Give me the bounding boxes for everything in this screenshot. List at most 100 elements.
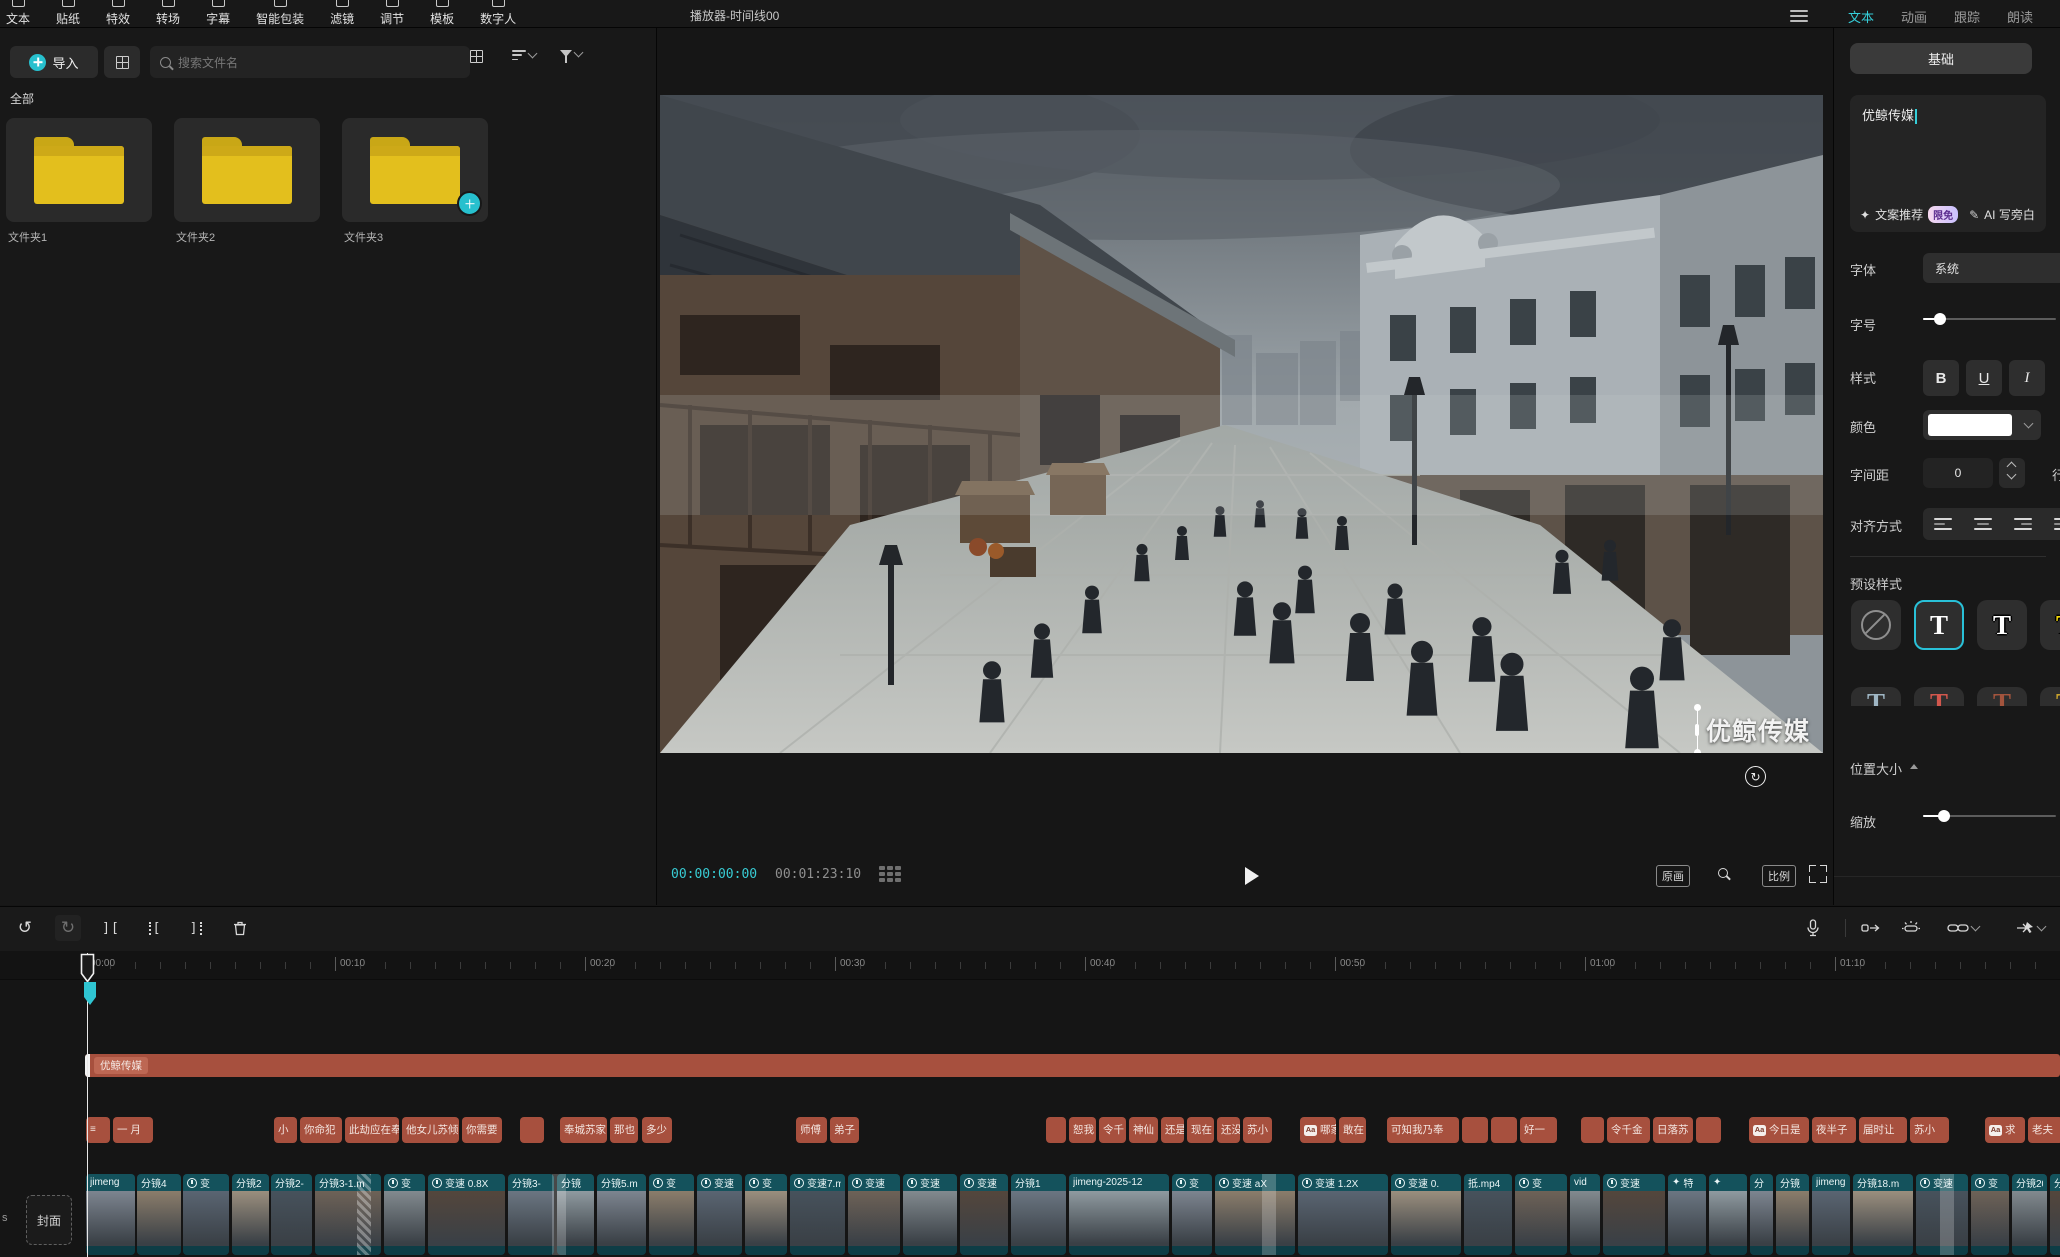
filter-button[interactable] (560, 50, 582, 57)
menu-tab-模板[interactable]: 模板 (430, 0, 454, 27)
subtitle-clip[interactable] (1046, 1117, 1066, 1143)
preset-style-row2-2[interactable]: T (1914, 687, 1964, 706)
subtitle-clip[interactable]: Aa今日是 (1749, 1117, 1809, 1143)
video-clip[interactable]: 变速 (848, 1174, 900, 1255)
subtitle-clip[interactable]: 老夫 (2028, 1117, 2060, 1143)
preset-style-2[interactable]: T (1914, 600, 1964, 650)
subtitle-clip[interactable]: 夜半子 (1812, 1117, 1856, 1143)
subtitle-clip[interactable]: 此劫应在奉 (345, 1117, 399, 1143)
folder-item[interactable]: 文件夹2 (174, 118, 320, 245)
collapse-arrow-icon[interactable] (1910, 764, 1918, 769)
subtitle-clip[interactable]: 令千金 (1607, 1117, 1650, 1143)
video-clip[interactable]: 变速 (1603, 1174, 1665, 1255)
menu-tab-滤镜[interactable]: 滤镜 (330, 0, 354, 27)
color-picker[interactable] (1923, 410, 2041, 440)
subtitle-clip[interactable] (1581, 1117, 1604, 1143)
video-clip[interactable]: 分镜1 (1011, 1174, 1066, 1255)
video-clip[interactable]: 分镜2 (232, 1174, 269, 1255)
split-left-icon[interactable]: [ (141, 915, 167, 941)
transition-indicator[interactable] (552, 1174, 566, 1255)
menu-icon[interactable] (1790, 7, 1808, 25)
video-clip[interactable]: 变速 0. (1391, 1174, 1461, 1255)
menu-tab-特效[interactable]: 特效 (106, 0, 130, 27)
preset-style-4[interactable]: T (2040, 600, 2060, 650)
main-text-clip[interactable]: 优鲸传媒 (85, 1054, 2060, 1077)
microphone-icon[interactable] (1800, 915, 1826, 941)
subtitle-clip[interactable]: 神仙 (1129, 1117, 1158, 1143)
add-badge-icon[interactable] (457, 191, 482, 216)
video-clip[interactable]: 变速 (960, 1174, 1008, 1255)
cover-button[interactable]: 封面 (26, 1195, 72, 1245)
video-clip[interactable]: 分镜5.m (597, 1174, 646, 1255)
menu-tab-智能包装[interactable]: 智能包装 (256, 0, 304, 27)
zoom-fit-button[interactable] (1714, 865, 1734, 885)
video-clip[interactable]: ✦特 (1668, 1174, 1706, 1255)
preset-style-row2-4[interactable]: T (2040, 687, 2060, 706)
font-size-slider[interactable] (1923, 313, 2056, 325)
auto-link-icon[interactable] (1898, 915, 1924, 941)
delete-icon[interactable] (227, 915, 253, 941)
video-clip[interactable]: jimeng-2025-12 (1069, 1174, 1169, 1255)
overlay-selection-handle[interactable] (1697, 708, 1698, 752)
subtitle-clip[interactable]: 现在 (1187, 1117, 1214, 1143)
subtitle-clip[interactable]: 届时让 (1859, 1117, 1907, 1143)
frame-grid-icon[interactable] (879, 866, 901, 882)
subtitle-clip[interactable]: 你命犯 (300, 1117, 342, 1143)
video-clip[interactable]: ✦ (1709, 1174, 1747, 1255)
fullscreen-icon[interactable] (1809, 865, 1827, 883)
folder-item[interactable]: 文件夹3 (342, 118, 488, 245)
video-clip[interactable]: 变速 0.8X (428, 1174, 505, 1255)
video-clip[interactable]: 变 (649, 1174, 694, 1255)
view-toggle-button[interactable] (470, 50, 483, 63)
video-clip[interactable]: 分 (1750, 1174, 1773, 1255)
subtitle-clip[interactable]: 还是 (1161, 1117, 1184, 1143)
teal-marker-pin[interactable] (83, 981, 97, 1011)
font-select[interactable]: 系统 (1923, 253, 2060, 283)
original-quality-button[interactable]: 原画 (1656, 865, 1690, 887)
video-clip[interactable]: 变速 aX (1215, 1174, 1295, 1255)
align-option-align-left[interactable] (1923, 508, 1963, 540)
subtitle-clip[interactable]: 可知我乃奉 (1387, 1117, 1459, 1143)
video-clip[interactable]: 分镜20. (2012, 1174, 2047, 1255)
video-clip[interactable]: 分镜3-1.m (315, 1174, 381, 1255)
menu-tab-数字人[interactable]: 数字人 (480, 0, 516, 27)
subtitle-clip[interactable]: 还没 (1217, 1117, 1240, 1143)
redo-icon[interactable]: ↻ (55, 915, 81, 941)
letter-spacing-input[interactable]: 0 (1923, 458, 1993, 488)
subtitle-clip[interactable]: 令千 (1099, 1117, 1126, 1143)
video-clip[interactable]: 变 (745, 1174, 787, 1255)
video-clip[interactable]: 分镜4 (137, 1174, 181, 1255)
video-clip[interactable]: 变 (1172, 1174, 1212, 1255)
split-icon[interactable]: ][ (98, 915, 124, 941)
subtitle-clip[interactable]: 那也 (610, 1117, 638, 1143)
preset-style-row2-3[interactable]: T (1977, 687, 2027, 706)
search-input[interactable]: 搜索文件名 (150, 46, 470, 78)
transition-indicator[interactable] (1940, 1174, 1954, 1255)
align-option-align-center[interactable] (1963, 508, 2003, 540)
link-icon[interactable] (1943, 915, 1983, 941)
timeline-ruler[interactable]: 00:0000:1000:2000:3000:4000:5001:0001:10 (0, 951, 2060, 980)
video-clip[interactable]: jimeng (86, 1174, 135, 1255)
video-clip[interactable]: 分镜18.m (1853, 1174, 1913, 1255)
select-tool-icon[interactable] (2008, 915, 2052, 941)
video-clip[interactable]: 分镜2- (271, 1174, 312, 1255)
scale-slider[interactable] (1923, 810, 2056, 822)
inspector-tab-文本[interactable]: 文本 (1848, 7, 1874, 26)
tab-basic[interactable]: 基础 (1850, 43, 2032, 74)
preset-style-1[interactable] (1851, 600, 1901, 650)
video-clip[interactable]: 变速 (903, 1174, 957, 1255)
bold-button[interactable]: B (1923, 360, 1959, 396)
menu-tab-调节[interactable]: 调节 (380, 0, 404, 27)
subtitle-clip[interactable]: 日落苏 (1653, 1117, 1693, 1143)
video-clip[interactable]: 变 (384, 1174, 425, 1255)
subtitle-clip[interactable]: ≡ (86, 1117, 110, 1143)
subtitle-clip[interactable]: 敢在 (1339, 1117, 1366, 1143)
transition-indicator[interactable] (1262, 1174, 1276, 1255)
subtitle-clip[interactable]: 苏小 (1910, 1117, 1949, 1143)
subtitle-clip[interactable] (1462, 1117, 1488, 1143)
aspect-ratio-button[interactable]: 比例 (1762, 865, 1796, 887)
italic-button[interactable]: I (2009, 360, 2045, 396)
video-clip[interactable]: 变速 1.2X (1298, 1174, 1388, 1255)
subtitle-clip[interactable]: 恕我 (1069, 1117, 1096, 1143)
underline-button[interactable]: U (1966, 360, 2002, 396)
